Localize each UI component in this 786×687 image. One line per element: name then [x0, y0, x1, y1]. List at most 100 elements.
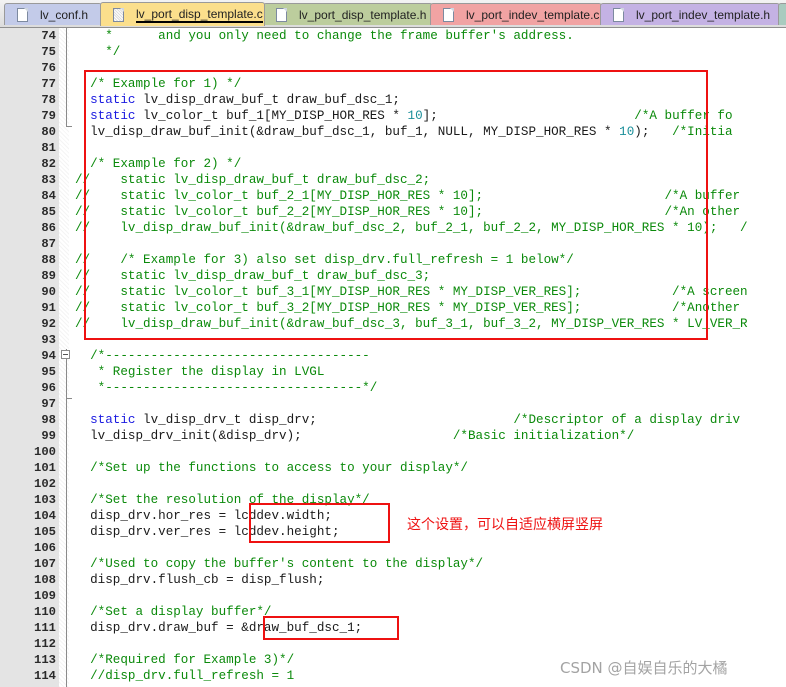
code-text: disp_drv.flush_cb = disp_flush; — [75, 572, 324, 588]
line-number: 98 — [41, 413, 56, 427]
line-number: 109 — [34, 589, 56, 603]
tab-overflow[interactable] — [778, 3, 786, 25]
line-number: 95 — [41, 365, 56, 379]
comment-token: /*Descriptor of a display driv — [513, 413, 741, 427]
line-number: 111 — [34, 621, 56, 635]
watermark: CSDN @自娱自乐的大橘 — [560, 659, 728, 677]
tab-label: lv_port_disp_template.h — [299, 7, 427, 22]
comment-token: /*Required for Example 3)*/ — [75, 653, 295, 667]
code-text: * Register the display in LVGL — [75, 364, 325, 380]
line-number: 91 — [41, 301, 56, 315]
file-icon — [276, 7, 287, 22]
comment-token: /*Set a display buffer*/ — [75, 605, 272, 619]
line-number: 81 — [41, 141, 56, 155]
line-number: 87 — [41, 237, 56, 251]
editor-tab-bar: lv_conf.h lv_port_disp_template.h lv_por… — [0, 0, 786, 28]
line-number: 90 — [41, 285, 56, 299]
code-line[interactable]: 105 disp_drv.ver_res = lcddev.height; — [0, 524, 786, 540]
code-line[interactable]: 100 — [0, 444, 786, 460]
line-number: 105 — [34, 525, 56, 539]
line-number: 113 — [34, 653, 56, 667]
code-line[interactable]: 95 * Register the display in LVGL — [0, 364, 786, 380]
file-icon — [613, 7, 624, 22]
code-text: /*Set up the functions to access to your… — [75, 460, 468, 476]
comment-token: /*----------------------------------- — [75, 349, 370, 363]
code-line[interactable]: 103 /*Set the resolution of the display*… — [0, 492, 786, 508]
comment-token: //disp_drv.full_refresh = 1 — [75, 669, 295, 683]
code-line[interactable]: 101 /*Set up the functions to access to … — [0, 460, 786, 476]
code-text: *----------------------------------*/ — [75, 380, 378, 396]
code-line[interactable]: 108 disp_drv.flush_cb = disp_flush; — [0, 572, 786, 588]
code-line[interactable]: 98 static lv_disp_drv_t disp_drv; /*Desc… — [0, 412, 786, 428]
line-number: 74 — [41, 29, 56, 43]
code-line[interactable]: 102 — [0, 476, 786, 492]
line-number: 92 — [41, 317, 56, 331]
code-token: disp_drv.flush_cb = disp_flush; — [75, 573, 325, 587]
highlight-box-draw-buf-assign — [263, 616, 399, 640]
line-number: 110 — [34, 605, 56, 619]
line-number: 86 — [41, 221, 56, 235]
tab-label: lv_port_indev_template.c — [466, 7, 600, 22]
line-number: 78 — [41, 93, 56, 107]
tab-label: lv_port_disp_template.c — [136, 6, 263, 23]
file-icon — [17, 7, 28, 22]
line-number: 102 — [34, 477, 56, 491]
code-token: lv_disp_drv_t disp_drv; — [135, 413, 514, 427]
line-number: 101 — [34, 461, 56, 475]
code-line[interactable]: 96 *----------------------------------*/ — [0, 380, 786, 396]
comment-token: *----------------------------------*/ — [75, 381, 378, 395]
line-number: 107 — [34, 557, 56, 571]
line-number: 104 — [34, 509, 56, 523]
code-line[interactable]: 109 — [0, 588, 786, 604]
line-number: 89 — [41, 269, 56, 283]
tab-lv-port-disp-template-h[interactable]: lv_port_disp_template.h — [263, 3, 433, 25]
code-line[interactable]: 106 — [0, 540, 786, 556]
tab-lv-conf-h[interactable]: lv_conf.h — [4, 3, 102, 25]
comment-token: * Register the display in LVGL — [75, 365, 325, 379]
code-text: /*Required for Example 3)*/ — [75, 652, 294, 668]
keyword-token: static — [75, 413, 136, 427]
code-line[interactable]: 97 — [0, 396, 786, 412]
tab-lv-port-indev-template-h[interactable]: lv_port_indev_template.h — [600, 3, 780, 25]
line-number: 103 — [34, 493, 56, 507]
tab-lv-port-disp-template-c[interactable]: lv_port_disp_template.c — [100, 2, 265, 26]
line-number: 82 — [41, 157, 56, 171]
code-line[interactable]: 74 * and you only need to change the fra… — [0, 28, 786, 44]
line-number: 80 — [41, 125, 56, 139]
code-line[interactable]: 104 disp_drv.hor_res = lcddev.width; — [0, 508, 786, 524]
line-number: 75 — [41, 45, 56, 59]
code-text: * and you only need to change the frame … — [75, 28, 574, 44]
line-number: 114 — [34, 669, 56, 683]
code-token: lv_disp_drv_init(&disp_drv); — [75, 429, 453, 443]
file-icon — [113, 7, 124, 22]
code-line[interactable]: 99 lv_disp_drv_init(&disp_drv); /*Basic … — [0, 428, 786, 444]
code-text: lv_disp_drv_init(&disp_drv); /*Basic ini… — [75, 428, 634, 444]
line-number: 76 — [41, 61, 56, 75]
code-line[interactable]: 107 /*Used to copy the buffer's content … — [0, 556, 786, 572]
line-number: 85 — [41, 205, 56, 219]
code-text: /*Used to copy the buffer's content to t… — [75, 556, 483, 572]
comment-token: /*Used to copy the buffer's content to t… — [75, 557, 484, 571]
tab-label: lv_port_indev_template.h — [636, 7, 771, 22]
line-number: 77 — [41, 77, 56, 91]
code-text: /*Set a display buffer*/ — [75, 604, 272, 620]
code-line[interactable]: 94 /*----------------------------------- — [0, 348, 786, 364]
code-line[interactable]: 75 */ — [0, 44, 786, 60]
line-number: 84 — [41, 189, 56, 203]
line-number: 100 — [34, 445, 56, 459]
line-number: 83 — [41, 173, 56, 187]
comment-token: /*Basic initialization*/ — [452, 429, 635, 443]
comment-token: */ — [75, 45, 121, 59]
highlight-box-resolution — [249, 503, 390, 543]
comment-token: /*Set up the functions to access to your… — [75, 461, 468, 475]
annotation-note: 这个设置，可以自适应横屏竖屏 — [407, 517, 603, 533]
line-number: 88 — [41, 253, 56, 267]
code-text: /*----------------------------------- — [75, 348, 370, 364]
line-number: 94 — [41, 349, 56, 363]
tab-label: lv_conf.h — [40, 7, 89, 22]
line-number: 96 — [41, 381, 56, 395]
line-number: 97 — [41, 397, 56, 411]
line-number: 106 — [34, 541, 56, 555]
comment-token: * and you only need to change the frame … — [75, 29, 574, 43]
tab-lv-port-indev-template-c[interactable]: lv_port_indev_template.c — [430, 3, 602, 25]
